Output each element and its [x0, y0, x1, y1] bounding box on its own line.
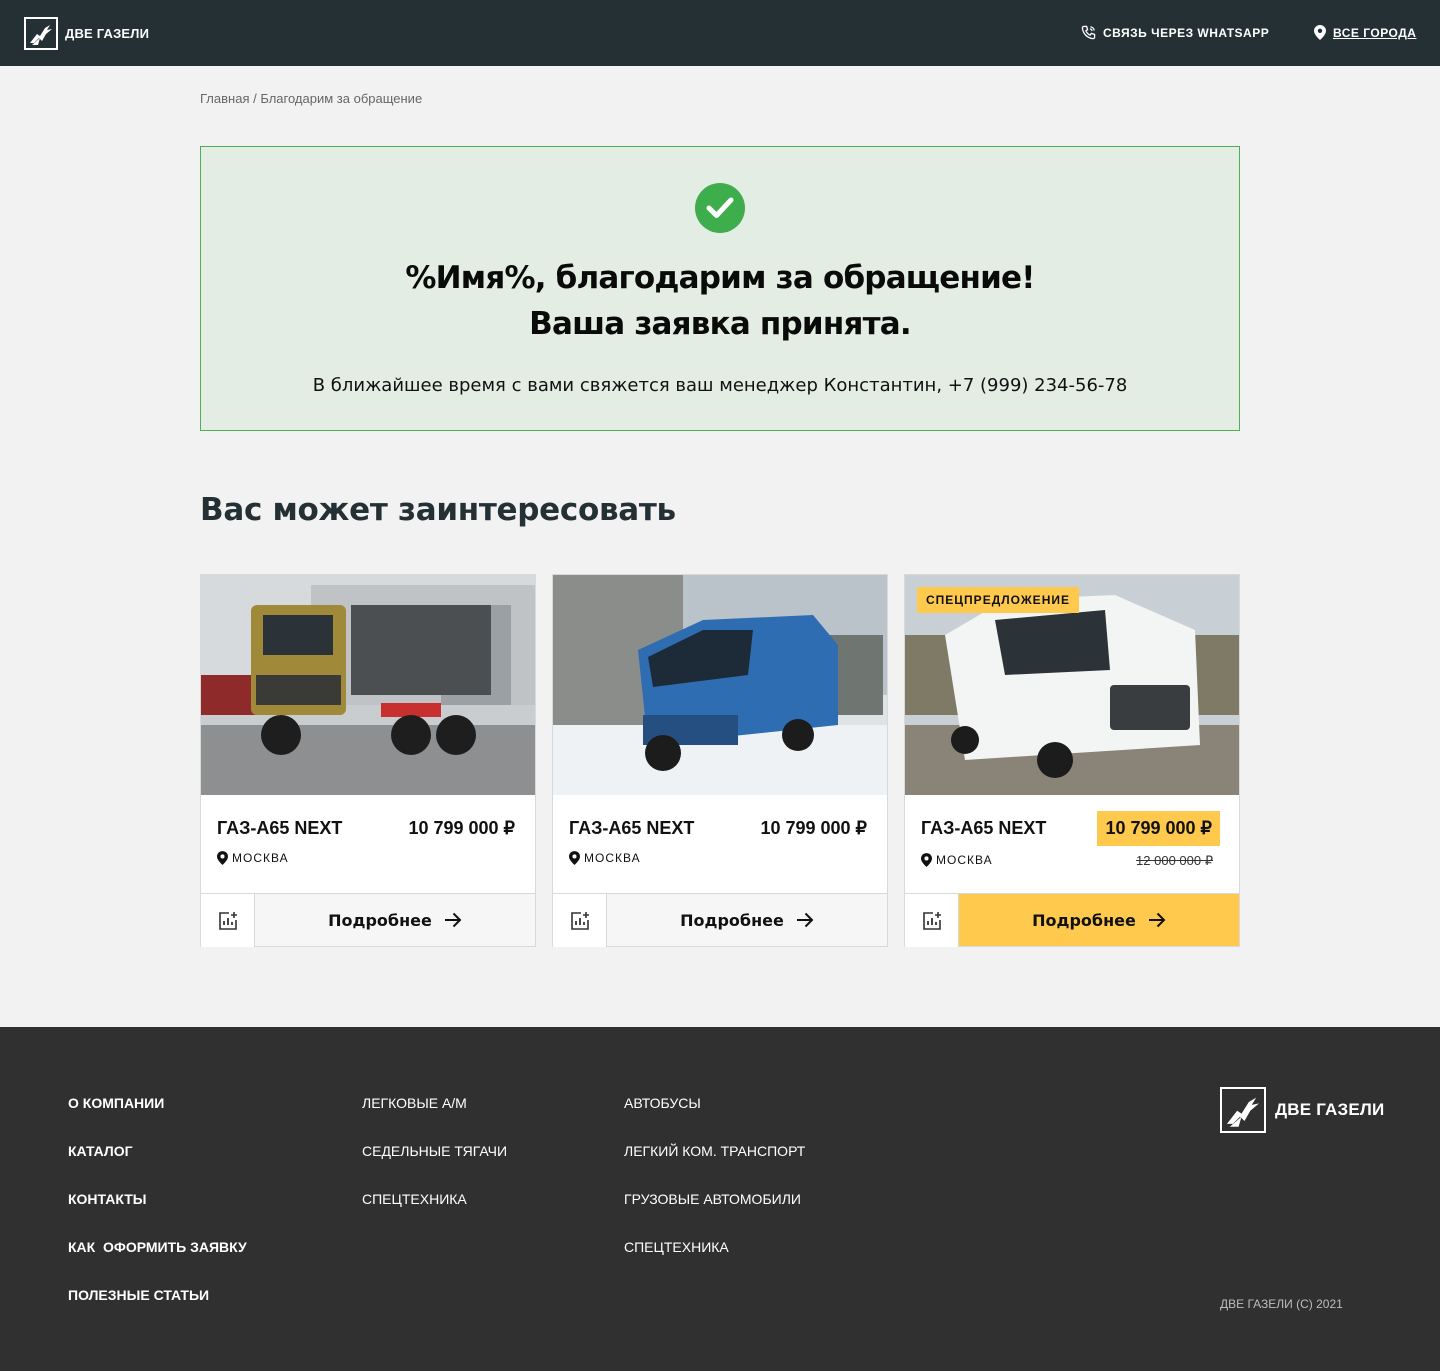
compare-button[interactable] [905, 894, 959, 947]
compare-button[interactable] [553, 894, 607, 947]
product-card[interactable]: ГАЗ-А65 NEXT 10 799 000 ₽ МОСКВА Подробн… [552, 574, 888, 947]
location-pin-icon [921, 853, 932, 867]
breadcrumb-current: Благодарим за обращение [260, 91, 423, 106]
site-footer: О КОМПАНИИ КАТАЛОГ КОНТАКТЫ КАК ОФОРМИТЬ… [0, 1027, 1440, 1371]
details-button[interactable]: Подробнее [959, 894, 1239, 946]
product-image[interactable]: СПЕЦПРЕДЛОЖЕНИЕ [905, 575, 1239, 795]
footer-link[interactable]: ЛЕГКОВЫЕ А/М [362, 1095, 507, 1143]
gazelle-logo-icon [1220, 1087, 1266, 1133]
location-pin-icon [569, 851, 580, 865]
footer-link[interactable]: О КОМПАНИИ [68, 1095, 247, 1143]
footer-menu-catalog-2: АВТОБУСЫ ЛЕГКИЙ КОМ. ТРАНСПОРТ ГРУЗОВЫЕ … [624, 1095, 805, 1287]
product-card[interactable]: ГАЗ-А65 NEXT 10 799 000 ₽ МОСКВА Подробн… [200, 574, 536, 947]
special-offer-badge: СПЕЦПРЕДЛОЖЕНИЕ [917, 587, 1079, 613]
product-location: МОСКВА [569, 851, 641, 865]
footer-link[interactable]: КОНТАКТЫ [68, 1191, 247, 1239]
product-price-highlighted: 10 799 000 ₽ [1097, 811, 1220, 846]
arrow-right-icon [1148, 912, 1166, 928]
details-label: Подробнее [680, 910, 784, 930]
footer-link[interactable]: СПЕЦТЕХНИКА [362, 1191, 507, 1239]
breadcrumb-separator: / [249, 91, 261, 106]
logo-text: ДВЕ ГАЗЕЛИ [1275, 1100, 1385, 1119]
details-label: Подробнее [1032, 910, 1136, 930]
success-title-line1: %Имя%, благодарим за обращение! [405, 260, 1035, 296]
location-pin-icon [217, 851, 228, 865]
copyright: ДВЕ ГАЗЕЛИ (C) 2021 [1220, 1297, 1343, 1311]
city-label: ВСЕ ГОРОДА [1333, 25, 1417, 40]
success-title-line2: Ваша заявка принята. [529, 306, 912, 342]
logo-text: ДВЕ ГАЗЕЛИ [65, 26, 150, 41]
product-name[interactable]: ГАЗ-А65 NEXT [569, 818, 694, 839]
site-header: ДВЕ ГАЗЕЛИ СВЯЗЬ ЧЕРЕЗ WHATSAPP ВСЕ ГОРО… [0, 0, 1440, 66]
card-actions: Подробнее [905, 893, 1239, 947]
compare-button[interactable] [201, 894, 255, 947]
success-title: %Имя%, благодарим за обращение! Ваша зая… [201, 255, 1239, 347]
product-name[interactable]: ГАЗ-А65 NEXT [217, 818, 342, 839]
compare-chart-icon [922, 911, 941, 930]
whatsapp-link[interactable]: СВЯЗЬ ЧЕРЕЗ WHATSAPP [1081, 25, 1269, 40]
location-label: МОСКВА [936, 853, 993, 867]
phone-icon [1081, 25, 1096, 40]
product-location: МОСКВА [921, 853, 993, 867]
success-text: В ближайшее время с вами свяжется ваш ме… [312, 375, 1128, 396]
location-pin-icon [1314, 25, 1326, 40]
checkmark-icon [695, 183, 745, 233]
breadcrumb: Главная / Благодарим за обращение [200, 91, 422, 106]
details-button[interactable]: Подробнее [607, 894, 887, 946]
product-name[interactable]: ГАЗ-А65 NEXT [921, 818, 1046, 839]
section-title: Вас может заинтересовать [200, 492, 676, 528]
compare-chart-icon [218, 911, 237, 930]
footer-link[interactable]: КАК ОФОРМИТЬ ЗАЯВКУ [68, 1239, 247, 1287]
product-image[interactable] [201, 575, 535, 795]
gazelle-logo-icon [24, 17, 58, 50]
footer-logo[interactable]: ДВЕ ГАЗЕЛИ [1220, 1087, 1384, 1133]
city-selector[interactable]: ВСЕ ГОРОДА [1314, 25, 1416, 40]
footer-menu-catalog-1: ЛЕГКОВЫЕ А/М СЕДЕЛЬНЫЕ ТЯГАЧИ СПЕЦТЕХНИК… [362, 1095, 507, 1239]
location-label: МОСКВА [584, 851, 641, 865]
breadcrumb-home[interactable]: Главная [200, 91, 249, 106]
product-image[interactable] [553, 575, 887, 795]
footer-menu-main: О КОМПАНИИ КАТАЛОГ КОНТАКТЫ КАК ОФОРМИТЬ… [68, 1095, 247, 1335]
whatsapp-label: СВЯЗЬ ЧЕРЕЗ WHATSAPP [1103, 25, 1270, 40]
old-price: 12 000 000 ₽ [1136, 853, 1213, 868]
footer-link[interactable]: СПЕЦТЕХНИКА [624, 1239, 805, 1287]
location-label: МОСКВА [232, 851, 289, 865]
footer-link[interactable]: ПОЛЕЗНЫЕ СТАТЬИ [68, 1287, 247, 1335]
footer-link[interactable]: СЕДЕЛЬНЫЕ ТЯГАЧИ [362, 1143, 507, 1191]
details-button[interactable]: Подробнее [255, 894, 535, 946]
header-logo[interactable]: ДВЕ ГАЗЕЛИ [24, 17, 149, 50]
product-card[interactable]: СПЕЦПРЕДЛОЖЕНИЕ ГАЗ-А65 NEXT 10 799 000 … [904, 574, 1240, 947]
product-price: 10 799 000 ₽ [760, 818, 867, 838]
footer-link[interactable]: ЛЕГКИЙ КОМ. ТРАНСПОРТ [624, 1143, 805, 1191]
card-actions: Подробнее [553, 893, 887, 947]
footer-link[interactable]: КАТАЛОГ [68, 1143, 247, 1191]
product-price: 10 799 000 ₽ [408, 818, 515, 838]
details-label: Подробнее [328, 910, 432, 930]
compare-chart-icon [570, 911, 589, 930]
footer-link[interactable]: АВТОБУСЫ [624, 1095, 805, 1143]
success-message: %Имя%, благодарим за обращение! Ваша зая… [200, 146, 1240, 431]
card-actions: Подробнее [201, 893, 535, 947]
arrow-right-icon [796, 912, 814, 928]
product-location: МОСКВА [217, 851, 289, 865]
arrow-right-icon [444, 912, 462, 928]
footer-link[interactable]: ГРУЗОВЫЕ АВТОМОБИЛИ [624, 1191, 805, 1239]
